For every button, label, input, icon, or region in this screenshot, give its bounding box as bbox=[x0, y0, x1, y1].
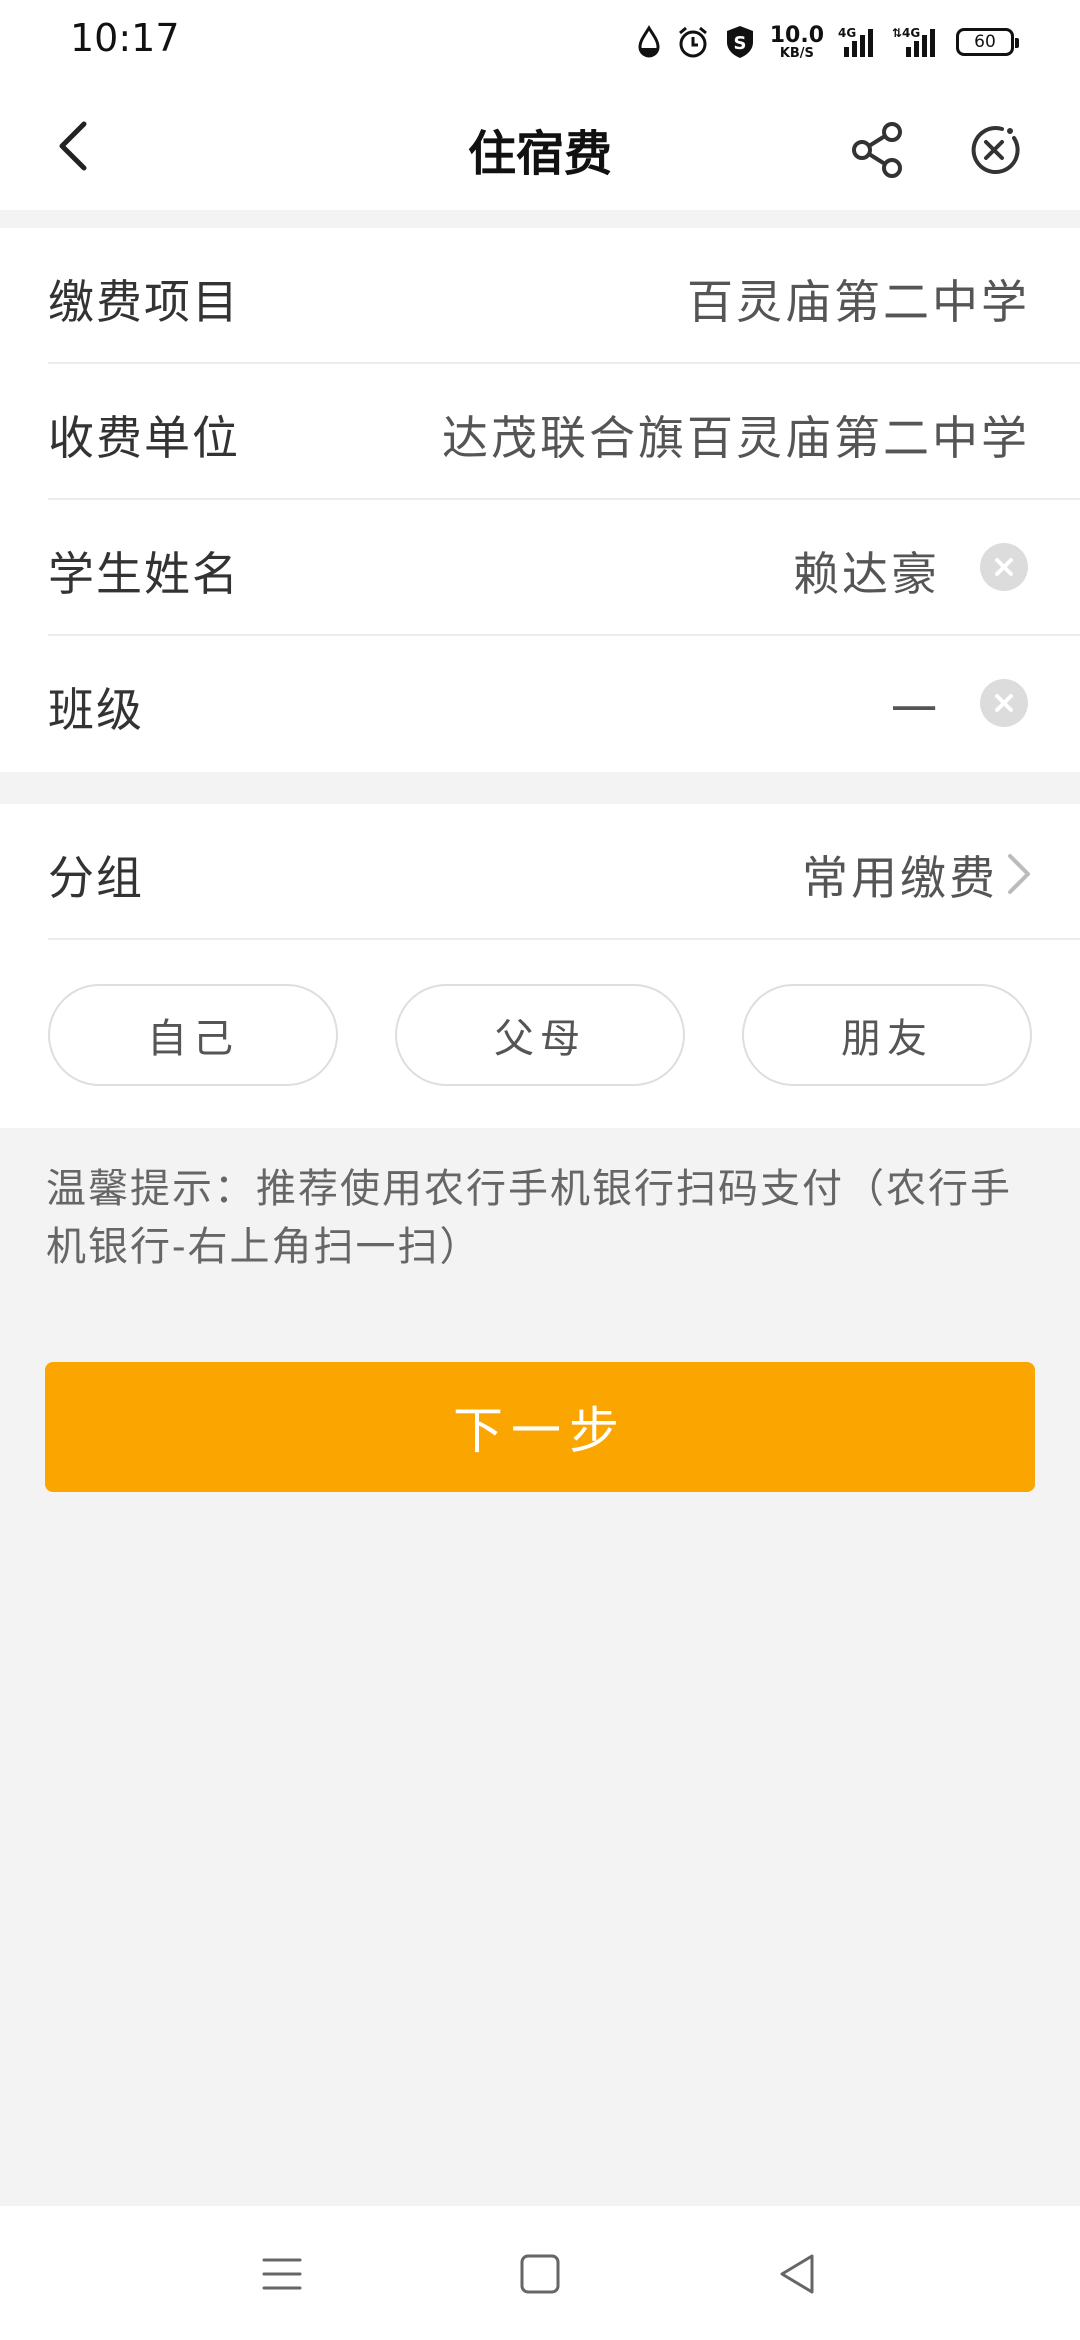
payment-info-card: 缴费项目 百灵庙第二中学 收费单位 达茂联合旗百灵庙第二中学 学生姓名 赖达豪 … bbox=[0, 228, 1080, 772]
group-label: 分组 bbox=[48, 851, 144, 905]
clear-icon[interactable] bbox=[980, 543, 1028, 591]
payee-row: 收费单位 达茂联合旗百灵庙第二中学 bbox=[48, 364, 1080, 500]
status-icons: S 10.0 KB/S 4G ⇅4G 60 bbox=[636, 18, 1019, 66]
share-button[interactable] bbox=[846, 118, 910, 182]
option-parents-button[interactable]: 父母 bbox=[395, 984, 685, 1086]
student-name-row: 学生姓名 赖达豪 bbox=[48, 500, 1080, 636]
payment-item-row: 缴费项目 百灵庙第二中学 bbox=[48, 228, 1080, 364]
menu-icon[interactable] bbox=[254, 2246, 310, 2302]
system-navigation-bar bbox=[0, 2206, 1080, 2340]
option-self-button[interactable]: 自己 bbox=[48, 984, 338, 1086]
class-label: 班级 bbox=[48, 683, 144, 737]
svg-text:⇅4G: ⇅4G bbox=[892, 26, 920, 40]
next-step-button[interactable]: 下一步 bbox=[45, 1362, 1035, 1492]
relation-options: 自己 父母 朋友 bbox=[48, 984, 1032, 1088]
navigation-bar: 住宿费 bbox=[0, 84, 1080, 210]
option-friends-button[interactable]: 朋友 bbox=[742, 984, 1032, 1086]
signal-icon: ⇅4G bbox=[892, 25, 942, 59]
payee-value: 达茂联合旗百灵庙第二中学 bbox=[442, 411, 1030, 465]
home-icon[interactable] bbox=[512, 2246, 568, 2302]
payment-item-label: 缴费项目 bbox=[48, 275, 240, 329]
share-icon bbox=[852, 122, 902, 178]
alarm-icon bbox=[676, 25, 710, 59]
class-field[interactable]: 一 bbox=[891, 674, 940, 740]
network-speed: 10.0 KB/S bbox=[769, 22, 824, 61]
group-value: 常用缴费 bbox=[802, 851, 998, 905]
svg-text:S: S bbox=[733, 33, 746, 54]
tip-text: 温馨提示：推荐使用农行手机银行扫码支付（农行手机银行-右上角扫一扫） bbox=[46, 1166, 1012, 1270]
status-bar: 10:17 S 10.0 KB/S 4G ⇅4G 60 bbox=[0, 0, 1080, 84]
close-circle-icon bbox=[971, 126, 1020, 175]
battery-icon: 60 bbox=[956, 28, 1019, 56]
group-selector[interactable]: 分组 常用缴费 bbox=[48, 804, 1080, 940]
close-button[interactable] bbox=[962, 118, 1026, 182]
class-row: 班级 一 bbox=[48, 636, 1080, 772]
payee-label: 收费单位 bbox=[48, 411, 240, 465]
payment-page: 10:17 S 10.0 KB/S 4G ⇅4G 60 住宿费 缴费项目 百灵庙… bbox=[0, 0, 1080, 2340]
signal-icon: 4G bbox=[838, 25, 878, 59]
student-name-label: 学生姓名 bbox=[48, 547, 240, 601]
chevron-right-icon bbox=[1008, 854, 1030, 894]
shield-s-icon: S bbox=[724, 24, 756, 60]
student-name-field[interactable]: 赖达豪 bbox=[793, 538, 940, 604]
status-time: 10:17 bbox=[70, 16, 180, 60]
svg-text:4G: 4G bbox=[838, 26, 856, 40]
clear-icon[interactable] bbox=[980, 679, 1028, 727]
page-title: 住宿费 bbox=[467, 126, 612, 182]
group-card: 分组 常用缴费 自己 父母 朋友 bbox=[0, 804, 1080, 1128]
back-triangle-icon[interactable] bbox=[770, 2246, 826, 2302]
payment-item-value: 百灵庙第二中学 bbox=[687, 275, 1030, 329]
water-drop-icon bbox=[636, 25, 662, 59]
